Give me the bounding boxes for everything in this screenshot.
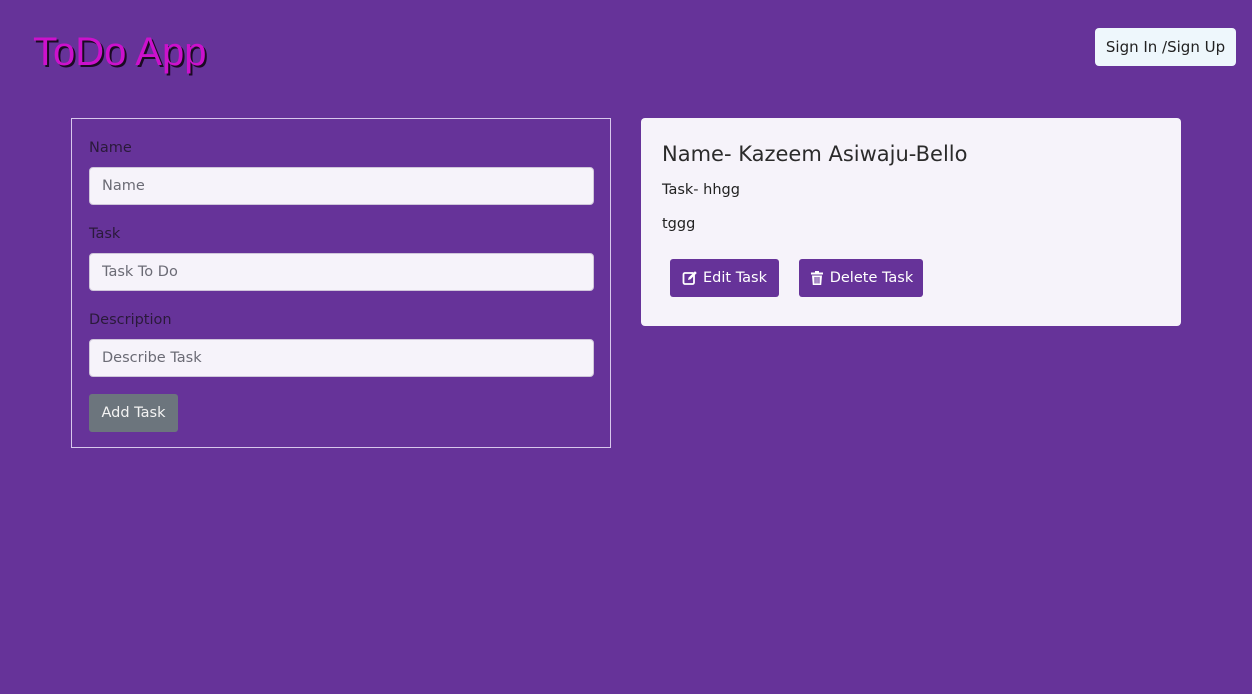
edit-task-button[interactable]: Edit Task bbox=[670, 259, 779, 297]
task-label: Task bbox=[89, 226, 121, 242]
task-card: Name- Kazeem Asiwaju-Bello Task- hhgg tg… bbox=[641, 118, 1181, 326]
description-input[interactable] bbox=[89, 339, 594, 377]
edit-icon bbox=[682, 270, 698, 286]
task-description: tggg bbox=[662, 216, 696, 232]
edit-task-label: Edit Task bbox=[703, 270, 767, 286]
name-label: Name bbox=[89, 140, 132, 156]
description-label: Description bbox=[89, 312, 172, 328]
delete-task-label: Delete Task bbox=[829, 270, 914, 286]
task-input[interactable] bbox=[89, 253, 594, 291]
sign-in-button[interactable]: Sign In /Sign Up bbox=[1095, 28, 1236, 66]
task-title: Task- hhgg bbox=[662, 182, 740, 198]
delete-task-button[interactable]: Delete Task bbox=[799, 259, 923, 297]
app-logo: ToDo App bbox=[33, 30, 207, 74]
add-task-form: Name Task Description Add Task bbox=[71, 118, 611, 448]
task-name: Name- Kazeem Asiwaju-Bello bbox=[662, 142, 968, 166]
add-task-button[interactable]: Add Task bbox=[89, 394, 178, 432]
name-input[interactable] bbox=[89, 167, 594, 205]
trash-icon bbox=[809, 270, 825, 286]
